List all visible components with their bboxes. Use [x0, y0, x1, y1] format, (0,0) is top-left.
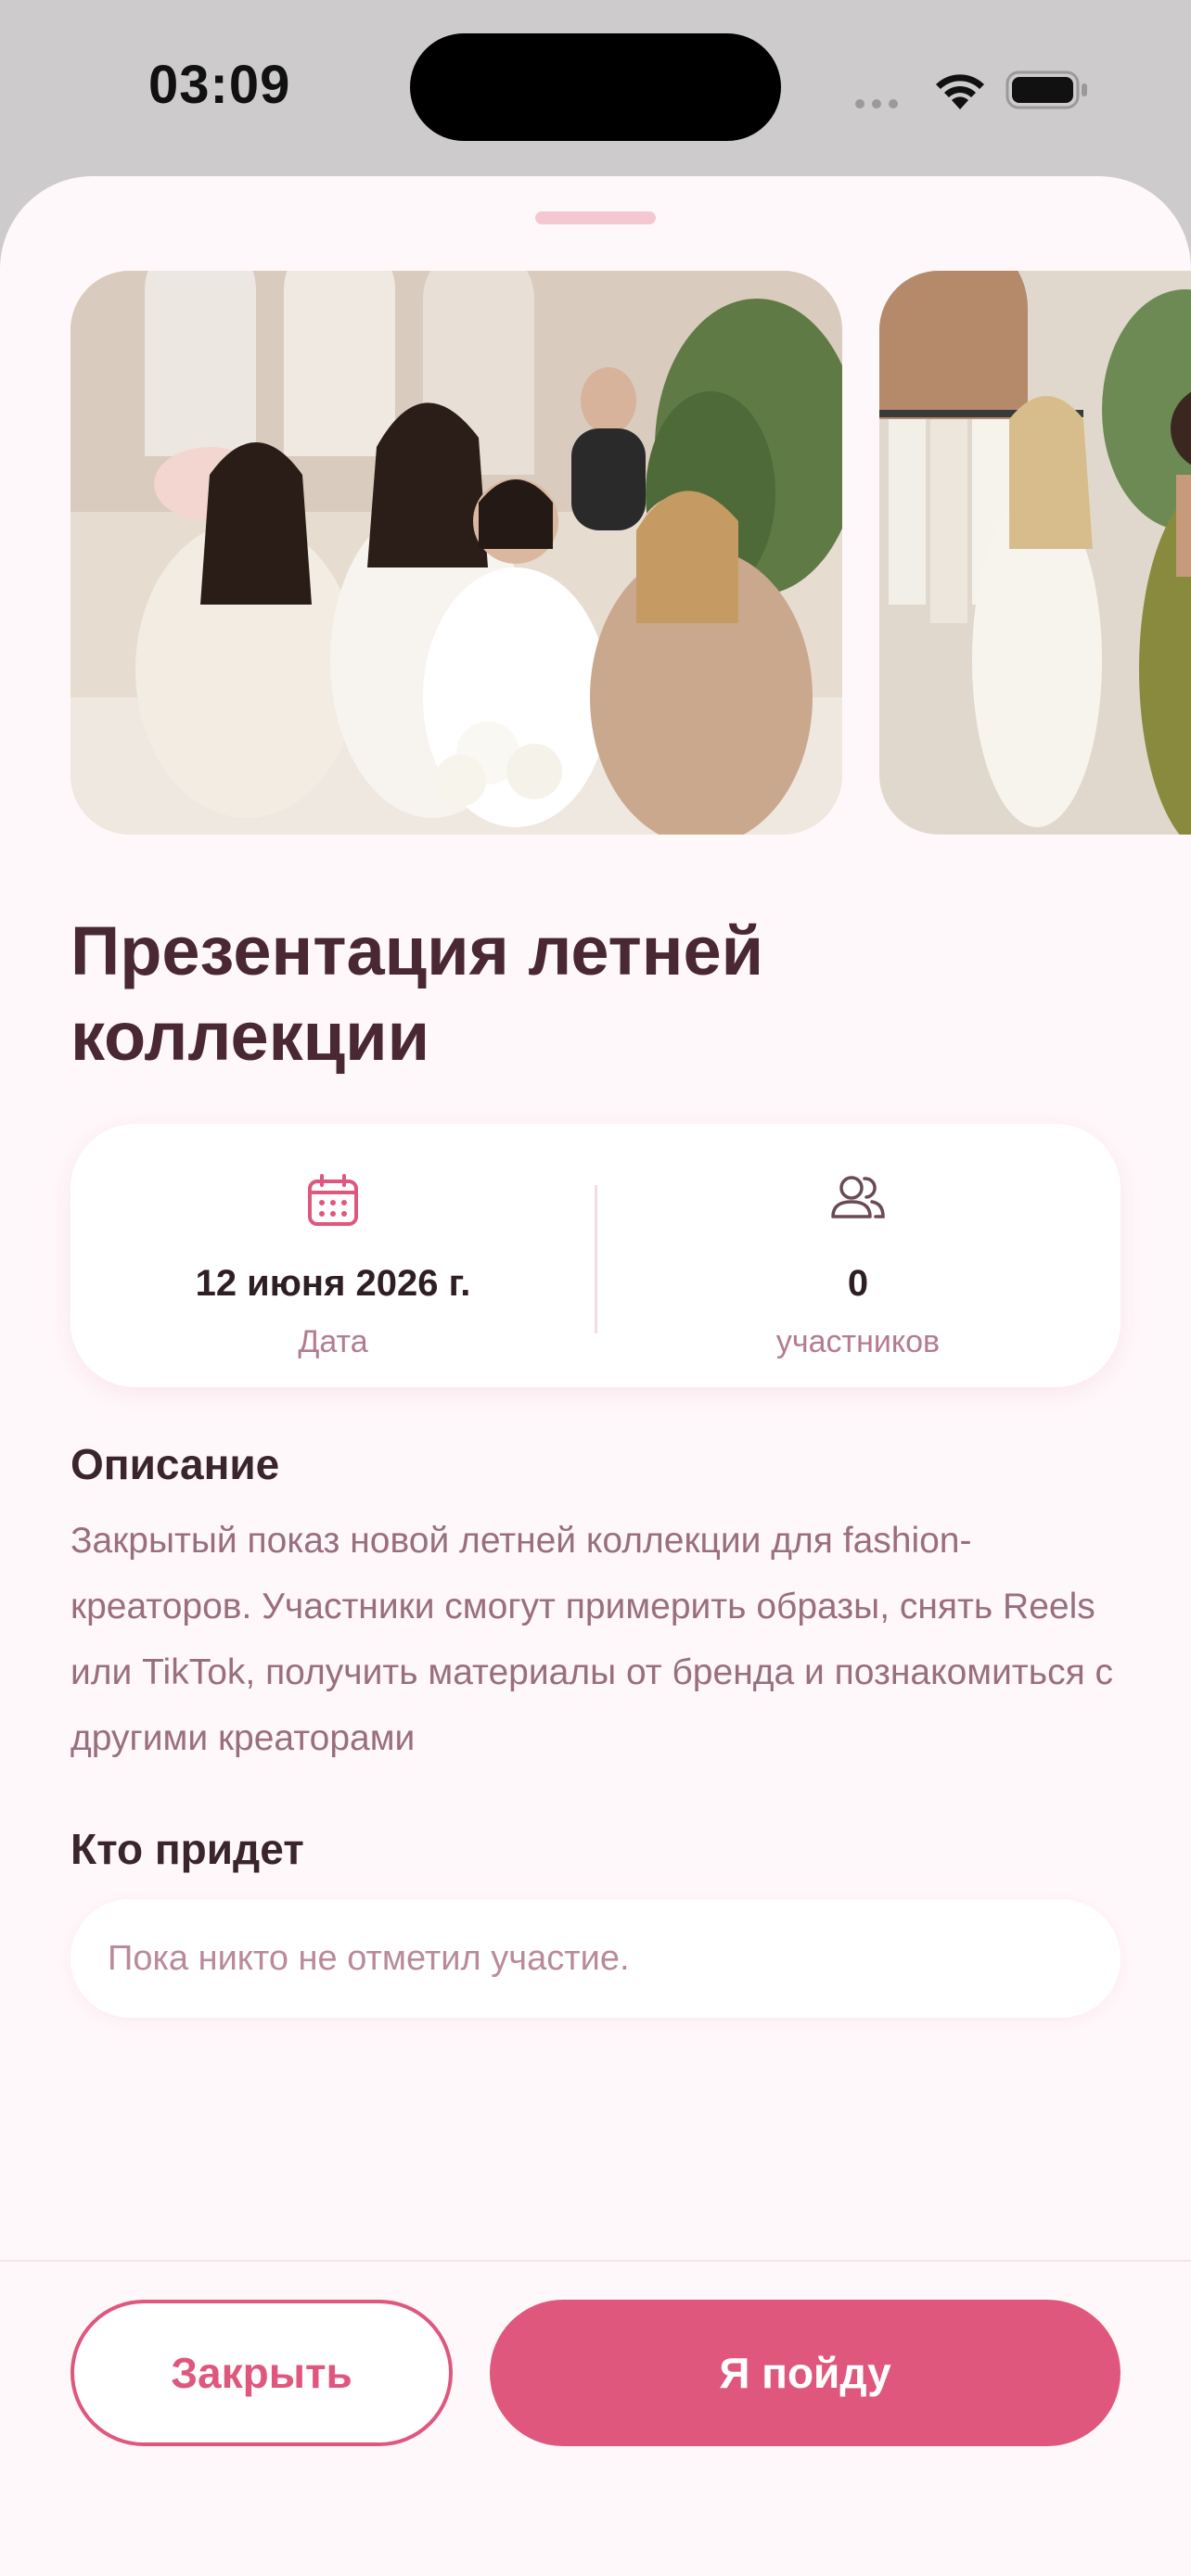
date-value: 12 июня 2026 г.	[195, 1263, 471, 1304]
participants-value: 0	[847, 1263, 869, 1304]
people-icon	[831, 1176, 885, 1218]
event-photo-fitting[interactable]	[879, 271, 1191, 835]
event-description: Закрытый показ новой летней коллекции дл…	[70, 1521, 1114, 1758]
attendees-list: Пока никто не отметил участие.	[70, 1899, 1121, 2018]
dynamic-island	[410, 33, 781, 141]
attend-button[interactable]: Я пойду	[490, 2300, 1121, 2446]
calendar-icon	[308, 1174, 358, 1226]
attendees-empty-text: Пока никто не отметил участие.	[108, 1939, 630, 1978]
event-photo-makeup[interactable]	[70, 271, 842, 835]
sheet-grabber[interactable]	[535, 211, 656, 224]
status-time: 03:09	[148, 55, 291, 115]
status-bar: 03:09	[0, 0, 1191, 176]
battery-icon	[1005, 70, 1087, 109]
description-title: Описание	[70, 1440, 280, 1488]
participants-stat: 0 участников	[596, 1124, 1121, 1387]
wifi-icon	[936, 74, 984, 109]
event-stats-card: 12 июня 2026 г. Дата 0 участников	[70, 1124, 1121, 1387]
attendees-title: Кто придет	[70, 1825, 304, 1873]
cellular-signal-icon	[855, 96, 905, 113]
participants-label: участников	[775, 1324, 941, 1359]
photo-gallery[interactable]	[70, 271, 1191, 835]
event-sheet: Презентация летней коллекции 12 июня 202…	[0, 176, 1191, 2576]
event-title: Презентация летней коллекции	[70, 912, 764, 1075]
date-stat: 12 июня 2026 г. Дата	[70, 1124, 596, 1387]
footer-divider	[0, 2260, 1191, 2262]
date-label: Дата	[298, 1324, 368, 1359]
close-button[interactable]: Закрыть	[70, 2300, 453, 2446]
